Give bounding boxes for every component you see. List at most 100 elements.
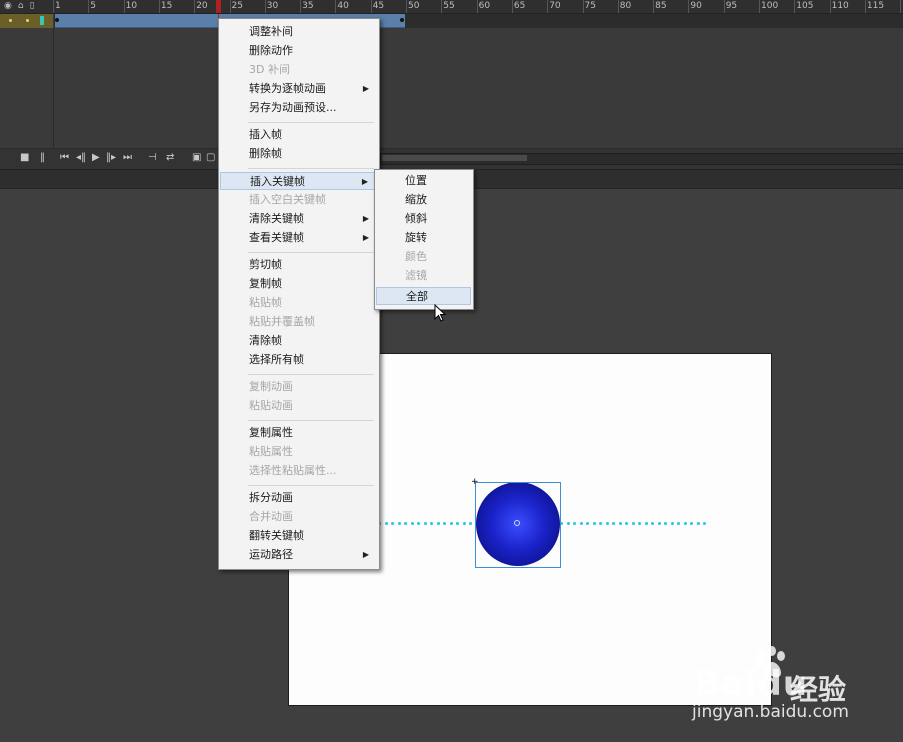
camera-icon[interactable]: ■: [20, 152, 29, 163]
submenu-item-skew[interactable]: 倾斜: [376, 210, 471, 228]
menu-item-insert-blank-keyframe[interactable]: 插入空白关键帧: [220, 191, 377, 209]
lock-icon[interactable]: ⌂: [18, 1, 30, 11]
first-frame-icon[interactable]: ⏮: [60, 152, 69, 163]
ruler-tick: [688, 0, 690, 13]
eye-icon[interactable]: ◉: [4, 1, 18, 11]
outline-icon[interactable]: ▯: [30, 1, 41, 11]
menu-item-copy-properties[interactable]: 复制属性: [220, 424, 377, 442]
submenu-item-filters[interactable]: 滤镜: [376, 267, 471, 285]
menu-item-split-motion[interactable]: 拆分动画: [220, 489, 377, 507]
submenu-arrow-icon: ▶: [362, 233, 369, 242]
last-frame-icon[interactable]: ⏭: [123, 152, 132, 163]
ruler-number: 65: [513, 1, 526, 11]
submenu-item-scale[interactable]: 缩放: [376, 191, 471, 209]
menu-item-motion-path[interactable]: 运动路径 ▶: [220, 546, 377, 564]
play-icon[interactable]: ▶: [92, 152, 100, 163]
ruler-tick: [794, 0, 796, 13]
motion-path-point: [404, 522, 407, 525]
ruler-number: 1: [55, 1, 61, 11]
motion-path-point: [618, 522, 622, 525]
ruler-tick: [406, 0, 407, 13]
menu-separator: [248, 168, 374, 169]
pause-icon[interactable]: ‖: [40, 152, 45, 163]
menu-item-adjust-tween[interactable]: 调整补间: [220, 23, 377, 41]
motion-path-point: [631, 522, 635, 525]
menu-item-insert-frame[interactable]: 插入帧: [220, 126, 377, 144]
submenu-arrow-icon: ▶: [361, 177, 368, 186]
menu-item-paste-special-properties[interactable]: 选择性粘贴属性...: [220, 462, 377, 480]
submenu-item-all[interactable]: 全部: [376, 287, 471, 305]
visibility-dot[interactable]: [9, 19, 12, 22]
timeline-scroll-thumb[interactable]: [382, 155, 527, 161]
menu-item-clear-frames[interactable]: 清除帧: [220, 332, 377, 350]
menu-item-cut-frames[interactable]: 剪切帧: [220, 256, 377, 274]
timeline-ruler[interactable]: ◉⌂▯ 1 5 10 15 20 25 30 35 40 45 50 55 60 65 70 75 80 85 90…: [0, 0, 903, 14]
menu-item-paste-properties[interactable]: 粘贴属性: [220, 443, 377, 461]
registration-point: +: [471, 477, 479, 487]
step-forward-icon[interactable]: ‖▸: [106, 152, 116, 163]
ruler-tick: [335, 0, 337, 13]
motion-path-point: [462, 522, 466, 525]
menu-item-view-keyframes[interactable]: 查看关键帧 ▶: [220, 229, 377, 247]
ruler-tick: [476, 0, 478, 13]
menu-item-3d-tween[interactable]: 3D 补间: [220, 61, 377, 79]
playhead-marker[interactable]: [216, 0, 221, 13]
menu-separator: [248, 122, 374, 123]
menu-item-insert-keyframe[interactable]: 插入关键帧 ▶: [220, 172, 377, 190]
ruler-tick: [653, 0, 655, 13]
ruler-tick: [617, 0, 619, 13]
timeline-body: [0, 28, 903, 148]
ruler-number: 90: [690, 1, 702, 11]
motion-path-point: [430, 522, 433, 525]
menu-item-paste-motion[interactable]: 粘贴动画: [220, 397, 377, 415]
motion-path-point: [703, 522, 706, 525]
lock-dot[interactable]: [26, 19, 29, 22]
center-frame-icon[interactable]: ⊣: [148, 152, 157, 163]
motion-path-point: [423, 522, 427, 525]
menu-separator: [248, 420, 374, 421]
onion-skin-icon[interactable]: ▣: [192, 152, 201, 163]
motion-path-point: [391, 522, 394, 525]
menu-item-copy-frames[interactable]: 复制帧: [220, 275, 377, 293]
keyframe-start[interactable]: [55, 18, 59, 22]
menu-item-paste-frames[interactable]: 粘贴帧: [220, 294, 377, 312]
onion-outline-icon[interactable]: ▢: [206, 152, 215, 163]
motion-path-point: [690, 522, 693, 525]
ruler-tick: [229, 0, 231, 13]
motion-path-point: [573, 522, 576, 525]
ruler-tick: [158, 0, 160, 13]
menu-item-remove-tween[interactable]: 删除动作: [220, 42, 377, 60]
transform-point[interactable]: [514, 520, 520, 526]
layer-row[interactable]: [0, 14, 53, 28]
loop-icon[interactable]: ⇄: [166, 152, 174, 163]
submenu-item-color[interactable]: 颜色: [376, 248, 471, 266]
menu-item-clear-keyframe[interactable]: 清除关键帧 ▶: [220, 210, 377, 228]
motion-path-point: [586, 522, 589, 525]
ruler-tick: [547, 0, 549, 13]
menu-item-save-preset[interactable]: 另存为动画预设...: [220, 99, 377, 117]
motion-path-point: [683, 522, 687, 525]
menu-item-reverse-keyframes[interactable]: 翻转关键帧: [220, 527, 377, 545]
outline-color-swatch[interactable]: [40, 16, 44, 25]
menu-item-paste-overwrite-frames[interactable]: 粘贴并覆盖帧: [220, 313, 377, 331]
ruler-number: 60: [478, 1, 491, 11]
keyframe-end[interactable]: [400, 18, 404, 22]
motion-path-point: [397, 522, 401, 525]
ruler-number: 100: [761, 1, 779, 11]
mouse-cursor-icon: [434, 304, 447, 322]
ruler-tick: [441, 0, 443, 13]
menu-item-remove-frames[interactable]: 删除帧: [220, 145, 377, 163]
menu-item-convert-frame-by-frame[interactable]: 转换为逐帧动画 ▶: [220, 80, 377, 98]
menu-item-select-all-frames[interactable]: 选择所有帧: [220, 351, 377, 369]
motion-path-point: [443, 522, 446, 525]
menu-item-copy-motion[interactable]: 复制动画: [220, 378, 377, 396]
submenu-item-rotation[interactable]: 旋转: [376, 229, 471, 247]
motion-path-point: [677, 522, 680, 525]
ruler-number: 80: [619, 1, 632, 11]
motion-path-point: [417, 522, 420, 525]
menu-item-join-motion[interactable]: 合并动画: [220, 508, 377, 526]
step-back-icon[interactable]: ◂‖: [76, 152, 86, 163]
ruler-number: 75: [584, 1, 596, 11]
submenu-item-position[interactable]: 位置: [376, 172, 471, 190]
ruler-number: 25: [231, 1, 243, 11]
